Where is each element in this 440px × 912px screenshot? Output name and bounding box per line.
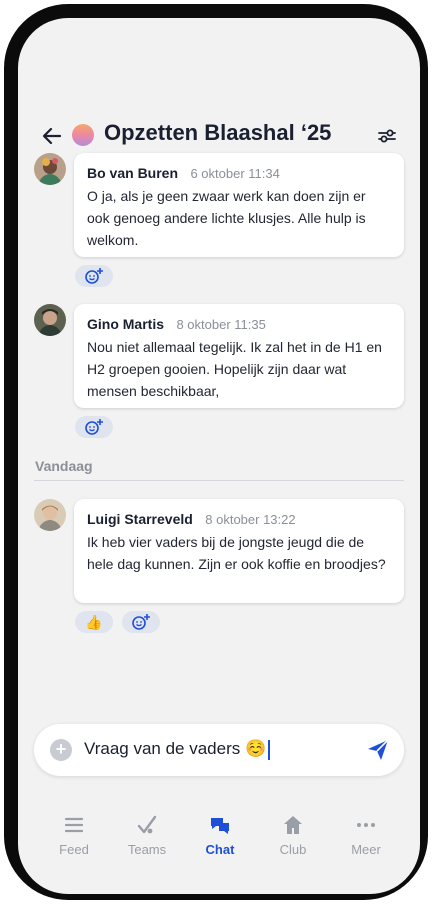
message-bubble[interactable]: Bo van Buren 6 oktober 11:34 O ja, als j…	[74, 153, 404, 257]
tab-label: Feed	[59, 842, 89, 857]
avatar[interactable]	[34, 153, 66, 185]
add-reaction-icon	[132, 614, 150, 630]
message-text: O ja, als je geen zwaar werk kan doen zi…	[87, 188, 366, 248]
message-bubble[interactable]: Luigi Starreveld 8 oktober 13:22 Ik heb …	[74, 499, 404, 603]
message-time: 8 oktober 11:35	[176, 317, 266, 332]
add-reaction-button[interactable]	[75, 416, 113, 438]
feed-icon	[64, 817, 84, 833]
page-title: Opzetten Blaashal ‘25	[104, 120, 332, 145]
arrow-left-icon[interactable]	[40, 124, 64, 148]
message-text: Ik heb vier vaders bij de jongste jeugd …	[87, 534, 386, 572]
chat-icon	[211, 818, 229, 834]
message-time: 6 oktober 11:34	[190, 166, 280, 181]
chat-screen: Opzetten Blaashal ‘25 Bo van Buren 6 okt…	[18, 18, 420, 894]
tab-label: Club	[279, 842, 307, 857]
tab-teams[interactable]: Teams	[112, 808, 182, 857]
send-icon[interactable]	[366, 738, 390, 762]
more-icon	[357, 823, 375, 827]
home-icon	[284, 816, 302, 834]
message-bubble[interactable]: Gino Martis 8 oktober 11:35 Nou niet all…	[74, 304, 404, 408]
message-composer[interactable]: + Vraag van de vaders ☺️	[34, 724, 404, 776]
message-time: 8 oktober 13:22	[205, 512, 296, 527]
message-input-value: Vraag van de vaders ☺️	[84, 739, 267, 758]
bottom-tab-bar: Feed Teams Chat Club Meer	[18, 808, 420, 868]
add-attachment-icon[interactable]: +	[50, 739, 72, 761]
teams-icon	[137, 815, 157, 834]
sender-name: Luigi Starreveld	[87, 511, 193, 527]
divider	[34, 480, 404, 481]
reaction-thumbs-up[interactable]: 👍	[75, 611, 113, 633]
sliders-icon[interactable]	[378, 128, 396, 144]
tab-more[interactable]: Meer	[331, 808, 401, 857]
tab-label: Meer	[351, 842, 381, 857]
message-input[interactable]: Vraag van de vaders ☺️	[84, 739, 271, 760]
add-reaction-icon	[85, 268, 103, 284]
tab-label: Teams	[127, 842, 167, 857]
message-text: Nou niet allemaal tegelijk. Ik zal het i…	[87, 339, 382, 399]
add-reaction-button[interactable]	[122, 611, 160, 633]
avatar[interactable]	[34, 304, 66, 336]
group-avatar	[72, 124, 94, 146]
avatar[interactable]	[34, 499, 66, 531]
tab-label: Chat	[205, 842, 235, 857]
add-reaction-icon	[85, 419, 103, 435]
tab-club[interactable]: Club	[258, 808, 328, 857]
add-reaction-button[interactable]	[75, 265, 113, 287]
tab-feed[interactable]: Feed	[39, 808, 109, 857]
sender-name: Gino Martis	[87, 316, 165, 332]
text-caret	[268, 739, 271, 760]
tab-chat[interactable]: Chat	[185, 808, 255, 857]
thumbs-up-emoji: 👍	[85, 613, 103, 630]
sender-name: Bo van Buren	[87, 165, 179, 181]
day-separator-label: Vandaag	[35, 458, 93, 474]
